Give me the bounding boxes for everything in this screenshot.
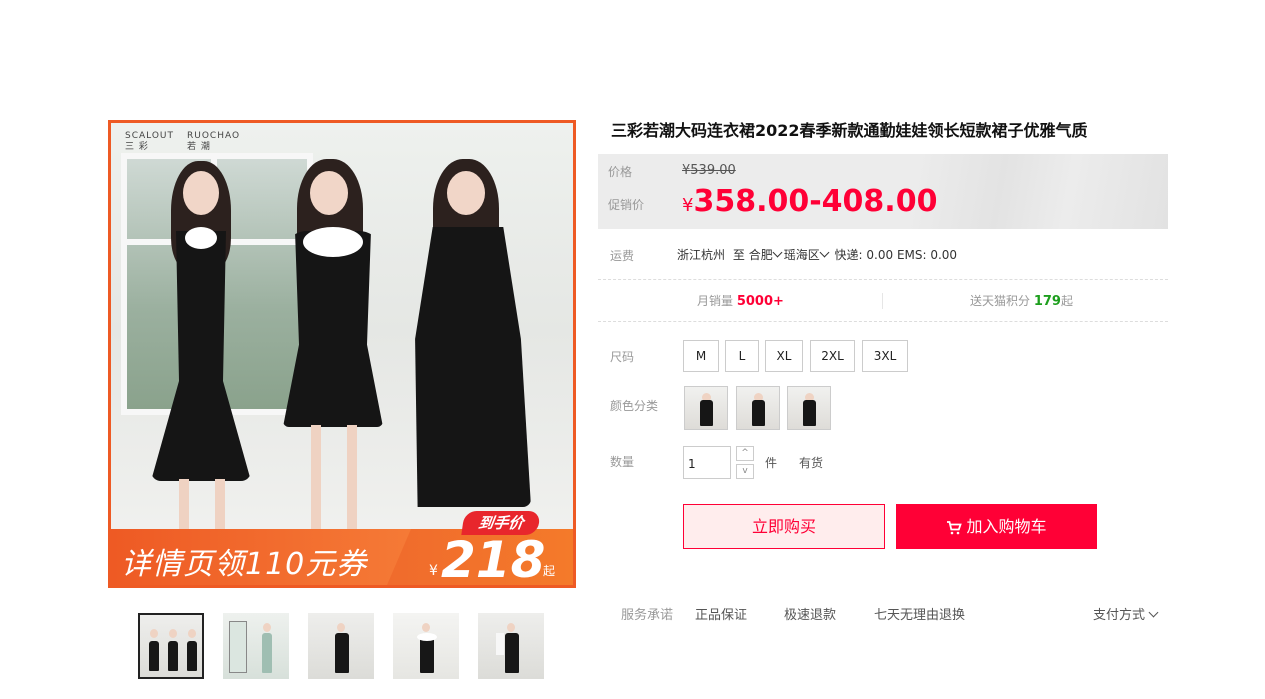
color-swatch-1[interactable] (684, 386, 728, 430)
brand-logo-right: RUOCHAO 若 潮 (187, 131, 241, 152)
thumbnail-2[interactable] (223, 613, 289, 679)
quantity-increase-button[interactable]: ^ (736, 446, 754, 461)
shipping-label: 运费 (610, 249, 635, 263)
color-label: 颜色分类 (610, 399, 659, 413)
monthly-sales: 月销量 5000+ (697, 294, 784, 309)
size-option-m[interactable]: M (683, 340, 719, 372)
banner-currency: ¥ (429, 563, 438, 579)
divider (598, 321, 1168, 322)
size-label: 尺码 (610, 350, 635, 364)
service-label: 服务承诺 (621, 608, 674, 623)
price-panel: 价格 ¥539.00 促销价 ¥358.00-408.00 (598, 154, 1168, 229)
original-price-label: 价格 (608, 165, 633, 179)
main-product-image[interactable]: SCALOUT 三 彩 RUOCHAO 若 潮 详情页领110元券 到手价 ¥ … (108, 120, 576, 588)
brand-logo-left: SCALOUT 三 彩 (125, 131, 175, 152)
color-swatch-3[interactable] (787, 386, 831, 430)
district-select[interactable]: 瑶海区 (784, 247, 831, 262)
stock-status: 有货 (799, 456, 824, 470)
promo-price: ¥358.00-408.00 (682, 184, 938, 219)
shipping-info: 浙江杭州 至 合肥 瑶海区 快递: 0.00 EMS: 0.00 (677, 247, 958, 262)
quantity-label: 数量 (610, 455, 635, 469)
city-select[interactable]: 合肥 (749, 247, 784, 262)
size-option-xl[interactable]: XL (765, 340, 803, 372)
quantity-input[interactable]: 1 (683, 446, 731, 479)
divider (598, 279, 1168, 280)
add-to-cart-button[interactable]: 加入购物车 (896, 504, 1097, 549)
chevron-down-icon (1148, 607, 1159, 618)
original-price: ¥539.00 (682, 163, 736, 178)
quantity-unit: 件 (765, 456, 778, 470)
promo-banner: 详情页领110元券 到手价 ¥ 218 起 (111, 511, 573, 588)
service-authentic[interactable]: 正品保证 (695, 604, 747, 623)
chevron-down-icon (819, 247, 830, 258)
divider (882, 293, 883, 309)
tmall-points: 送天猫积分 179起 (970, 294, 1073, 309)
color-swatch-2[interactable] (736, 386, 780, 430)
thumbnail-5[interactable] (478, 613, 544, 679)
service-seven-day-return[interactable]: 七天无理由退换 (874, 604, 965, 623)
chevron-down-icon (772, 247, 783, 258)
shipping-fees: 快递: 0.00 EMS: 0.00 (834, 248, 958, 262)
size-option-2xl[interactable]: 2XL (810, 340, 855, 372)
promo-price-label: 促销价 (608, 198, 645, 212)
thumbnail-1[interactable] (138, 613, 204, 679)
coupon-text: 详情页领110元券 (121, 547, 368, 582)
buy-now-button[interactable]: 立即购买 (683, 504, 885, 549)
banner-price: 218 (441, 531, 546, 588)
service-fast-refund[interactable]: 极速退款 (784, 604, 836, 623)
payment-methods-dropdown[interactable]: 支付方式 (1093, 604, 1160, 623)
ship-from: 浙江杭州 (677, 248, 726, 262)
product-title: 三彩若潮大码连衣裙2022春季新款通勤娃娃领长短款裙子优雅气质 (611, 121, 1088, 140)
size-option-3xl[interactable]: 3XL (862, 340, 908, 372)
quantity-decrease-button[interactable]: v (736, 464, 754, 479)
size-option-l[interactable]: L (725, 340, 759, 372)
cart-icon (947, 520, 963, 534)
banner-price-suffix: 起 (543, 564, 556, 578)
thumbnail-4[interactable] (393, 613, 459, 679)
thumbnail-3[interactable] (308, 613, 374, 679)
